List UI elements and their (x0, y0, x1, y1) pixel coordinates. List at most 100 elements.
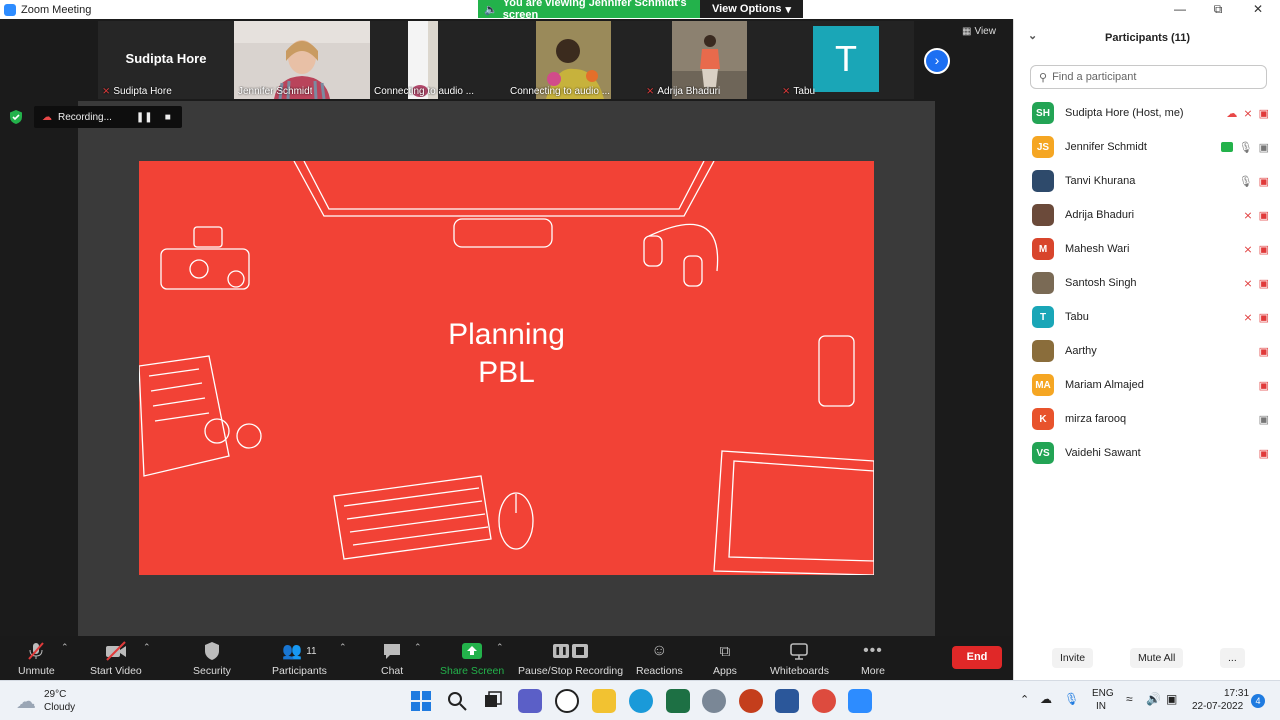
video-off-icon: ▣ (1258, 447, 1269, 460)
thumbnail-jennifer[interactable]: Jennifer Schmidt (234, 21, 370, 99)
meeting-toolbar: Unmute ⌃ Start Video ⌃ Security 👥 11 Part… (0, 636, 1013, 680)
chat-button[interactable]: Chat (381, 641, 403, 677)
participant-row[interactable]: VS Vaidehi Sawant ▣ (1014, 436, 1280, 470)
language-indicator[interactable]: ENG (1092, 688, 1114, 699)
next-thumbnails-button[interactable]: › (924, 48, 950, 74)
window-title: Zoom Meeting (21, 3, 92, 16)
settings-icon[interactable] (702, 689, 726, 713)
participant-row[interactable]: Santosh Singh ⨯ ▣ (1014, 266, 1280, 300)
recording-bar: ☁ Recording... ❚❚ ■ (34, 106, 182, 128)
participants-count: 11 (306, 645, 317, 657)
participants-button[interactable]: 👥 11 Participants (272, 641, 327, 677)
show-hidden-icons[interactable]: ⌃ (1020, 693, 1029, 706)
participant-row[interactable]: MA Mariam Almajed ▣ (1014, 368, 1280, 402)
wifi-icon[interactable]: ≈ (1126, 692, 1133, 706)
chevron-down-icon[interactable]: ⌄ (1028, 29, 1037, 42)
windows-start-icon[interactable] (409, 689, 433, 713)
participant-row[interactable]: T Tabu ⨯ ▣ (1014, 300, 1280, 334)
stop-recording-icon[interactable]: ■ (165, 112, 171, 123)
participant-row[interactable]: K mirza farooq ▣ (1014, 402, 1280, 436)
more-button[interactable]: ••• More (861, 641, 885, 677)
thumbnail-connecting-1[interactable]: Connecting to audio ... (370, 21, 506, 99)
dell-icon[interactable] (555, 689, 579, 713)
file-explorer-icon[interactable] (592, 689, 616, 713)
pause-stop-recording-button[interactable]: ❚❚ Pause/Stop Recording (518, 641, 623, 677)
invite-button[interactable]: Invite (1052, 648, 1094, 668)
thumbnail-adrija[interactable]: ⨯ Adrija Bhaduri (642, 21, 778, 99)
view-options-button[interactable]: View Options ▾ (700, 0, 803, 18)
start-video-button[interactable]: Start Video (90, 641, 142, 677)
encryption-shield-icon[interactable] (9, 110, 23, 124)
participant-row[interactable]: SH Sudipta Hore (Host, me) ☁ ⨯ ▣ (1014, 96, 1280, 130)
participant-row[interactable]: M Mahesh Wari ⨯ ▣ (1014, 232, 1280, 266)
powerpoint-icon[interactable] (739, 689, 763, 713)
unmute-button[interactable]: Unmute (18, 641, 55, 677)
participant-row[interactable]: Tanvi Khurana 🎙 ▣ (1014, 164, 1280, 198)
chat-caret[interactable]: ⌃ (414, 642, 422, 653)
notification-badge[interactable]: 4 (1251, 694, 1265, 708)
apps-icon: ⧉ (719, 642, 731, 660)
weather-temp: 29°C (44, 689, 67, 700)
avatar (1032, 170, 1054, 192)
window-titlebar-right: — ⧉ ✕ (1013, 0, 1280, 19)
slide-title-line2: PBL (478, 356, 535, 389)
mic-muted-icon: ⨯ (1243, 311, 1253, 324)
mic-muted-icon: ⨯ (1243, 209, 1253, 222)
participant-row[interactable]: JS Jennifer Schmidt 🎙 ▣ (1014, 130, 1280, 164)
grid-icon: ▦ (962, 26, 972, 37)
excel-icon[interactable] (666, 689, 690, 713)
video-off-icon: ▣ (1258, 209, 1269, 222)
participants-icon: 👥 (282, 643, 303, 660)
participant-name: Mariam Almajed (1065, 379, 1144, 391)
onedrive-icon[interactable]: ☁ (1040, 692, 1052, 706)
stop-icon (572, 644, 589, 658)
thumbnail-tabu[interactable]: T ⨯ Tabu (778, 21, 914, 99)
thumbnail-label: ⨯ Adrija Bhaduri (646, 86, 721, 97)
thumbnail-sudipta[interactable]: Sudipta Hore ⨯ Sudipta Hore (98, 21, 234, 99)
participant-list: SH Sudipta Hore (Host, me) ☁ ⨯ ▣ JS Jennif… (1014, 96, 1280, 470)
whiteboard-icon (790, 643, 809, 660)
word-icon[interactable] (775, 689, 799, 713)
search-icon[interactable] (445, 689, 469, 713)
audio-options-caret[interactable]: ⌃ (61, 642, 69, 653)
video-options-caret[interactable]: ⌃ (143, 642, 151, 653)
close-button[interactable]: ✕ (1239, 0, 1277, 19)
participant-name: mirza farooq (1065, 413, 1127, 425)
apps-button[interactable]: ⧉ Apps (713, 641, 737, 678)
volume-icon[interactable]: 🔊 (1146, 692, 1161, 706)
microphone-icon[interactable]: 🎙 (1064, 692, 1079, 706)
chevron-down-icon: ▾ (785, 3, 791, 16)
share-caret[interactable]: ⌃ (496, 642, 504, 653)
share-screen-icon (462, 643, 483, 659)
participant-name: Tanvi Khurana (1065, 175, 1136, 187)
teams-chat-icon[interactable] (518, 689, 542, 713)
mute-all-button[interactable]: Mute All (1130, 648, 1184, 668)
participant-row[interactable]: Aarthy ▣ (1014, 334, 1280, 368)
more-dots-icon: ••• (863, 642, 883, 659)
view-button[interactable]: ▦ View (962, 26, 996, 37)
panel-more-button[interactable]: ... (1220, 648, 1245, 668)
participants-caret[interactable]: ⌃ (339, 642, 347, 653)
language-region: IN (1096, 701, 1106, 712)
chrome-icon[interactable] (812, 689, 836, 713)
security-button[interactable]: Security (193, 641, 231, 677)
minimize-button[interactable]: — (1161, 0, 1199, 19)
thumbnail-connecting-2[interactable]: Connecting to audio ... (506, 21, 642, 99)
share-screen-button[interactable]: Share Screen (440, 641, 504, 677)
whiteboards-button[interactable]: Whiteboards (770, 641, 829, 677)
pause-recording-icon[interactable]: ❚❚ (136, 112, 153, 123)
end-meeting-button[interactable]: End (952, 646, 1002, 669)
edge-icon[interactable] (629, 689, 653, 713)
avatar (1032, 204, 1054, 226)
restore-button[interactable]: ⧉ (1199, 0, 1237, 19)
battery-icon[interactable]: ▣ (1166, 692, 1177, 706)
participant-search-input[interactable]: ⚲ Find a participant (1030, 65, 1267, 89)
participant-name: Mahesh Wari (1065, 243, 1130, 255)
reactions-button[interactable]: ☺ Reactions (636, 641, 683, 677)
participant-row[interactable]: Adrija Bhaduri ⨯ ▣ (1014, 198, 1280, 232)
avatar: K (1032, 408, 1054, 430)
task-view-icon[interactable] (481, 689, 505, 713)
sharing-banner: 🔈 You are viewing Jennifer Schmidt's scre… (478, 0, 803, 21)
zoom-taskbar-icon[interactable] (848, 689, 872, 713)
clock-time[interactable]: 17:31 (1224, 688, 1249, 699)
